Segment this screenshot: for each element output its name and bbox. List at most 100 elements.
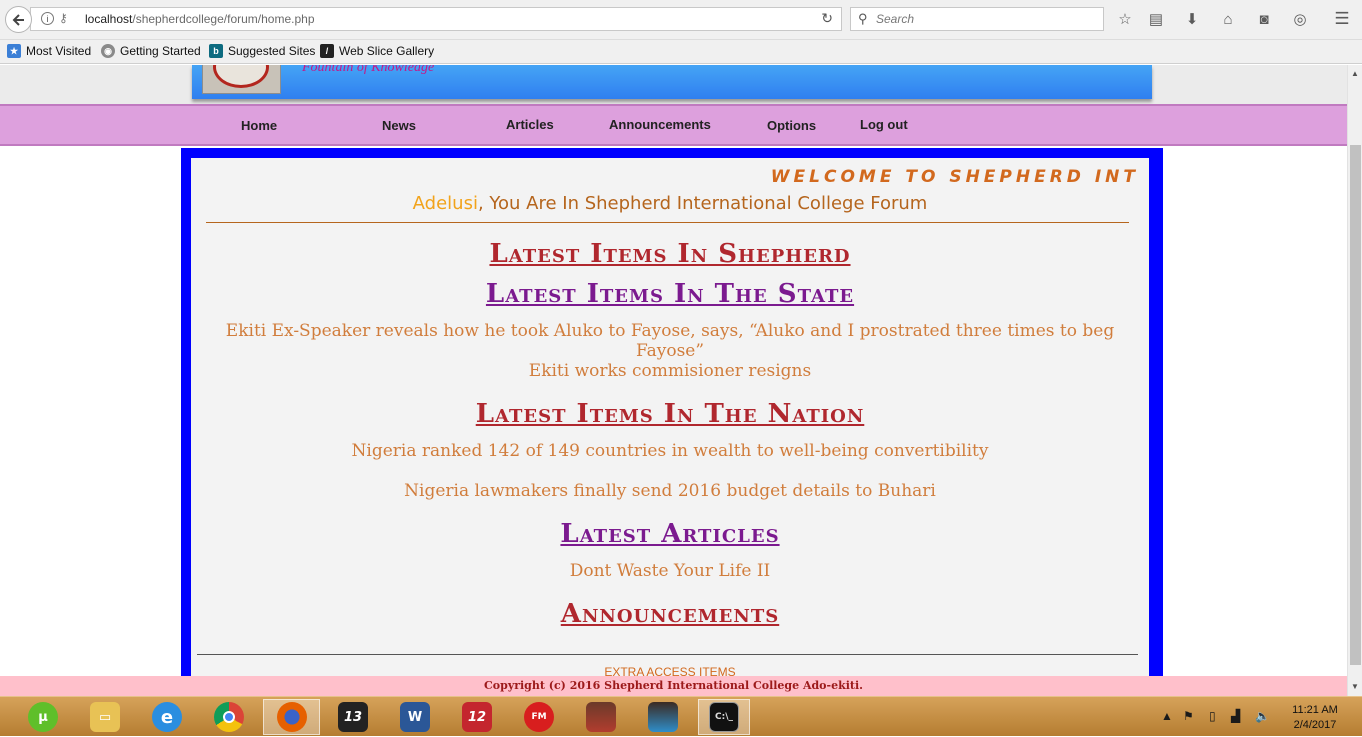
info-icon[interactable]: i <box>41 12 54 25</box>
extra-access-items[interactable]: EXTRA ACCESS ITEMS <box>191 665 1149 676</box>
show-hidden-icons-icon[interactable]: ▲ <box>1161 709 1173 723</box>
utorrent-icon: µ <box>28 702 58 732</box>
divider <box>206 222 1129 223</box>
taskbar-firefox[interactable] <box>263 699 320 735</box>
bookmark-label: Web Slice Gallery <box>339 44 435 58</box>
taskbar-chrome[interactable] <box>203 699 255 735</box>
clock-date: 2/4/2017 <box>1293 719 1337 731</box>
ie-icon: e <box>152 702 182 732</box>
welcome-message: Adelusi, You Are In Shepherd Internation… <box>191 193 1149 214</box>
web-slice-icon: / <box>320 44 334 58</box>
state-news-item[interactable]: Ekiti Ex-Speaker reveals how he took Alu… <box>191 321 1149 361</box>
site-motto: Fountain of Knowledge <box>302 65 435 75</box>
menu-icon[interactable]: ☰ <box>1332 9 1352 29</box>
content-panel: WELCOME TO SHEPHERD INT Adelusi, You Are… <box>191 158 1149 676</box>
nav-logout[interactable]: Log out <box>860 117 908 132</box>
clock[interactable]: 11:21 AM 2/4/2017 <box>1280 703 1350 733</box>
bookmarks-bar: ★ Most Visited ◉ Getting Started b Suggeste… <box>0 40 1362 64</box>
downloads-icon[interactable]: ⬇ <box>1182 9 1202 29</box>
taskbar-file-explorer[interactable]: ▭ <box>79 699 131 735</box>
reload-icon[interactable]: ↻ <box>821 10 833 27</box>
home-icon[interactable]: ⌂ <box>1218 9 1238 29</box>
site-header-banner: Fountain of Knowledge <box>192 65 1152 99</box>
nav-home[interactable]: Home <box>241 118 277 133</box>
page-viewport: Fountain of Knowledge Home News Articles… <box>0 65 1347 676</box>
taskbar-cmd[interactable]: C:\_ <box>698 699 750 735</box>
taskbar-player-1[interactable] <box>575 699 627 735</box>
url-path: /shepherdcollege/forum/home.php <box>132 12 315 26</box>
back-arrow-icon <box>12 13 24 26</box>
taskbar-app-12[interactable]: 12 <box>451 699 503 735</box>
taskbar-fm-radio[interactable]: FM <box>513 699 565 735</box>
pocket-icon[interactable]: ◙ <box>1254 9 1274 29</box>
heading-latest-state[interactable]: Latest Items In The State <box>191 279 1149 309</box>
state-news-item[interactable]: Ekiti works commisioner resigns <box>191 361 1149 381</box>
browser-toolbar: i ⚷ localhost/shepherdcollege/forum/home… <box>0 0 1362 40</box>
bookmark-label: Most Visited <box>26 44 92 58</box>
article-item[interactable]: Dont Waste Your Life II <box>191 561 1149 581</box>
word-icon: W <box>400 702 430 732</box>
search-input[interactable]: ⚲ Search <box>850 7 1104 31</box>
site-footer: Copyright (c) 2016 Shepherd Internationa… <box>0 676 1347 696</box>
search-icon: ⚲ <box>858 11 868 26</box>
heading-announcements[interactable]: Announcements <box>191 599 1149 629</box>
battery-icon[interactable]: ▯ <box>1209 709 1216 723</box>
folder-icon: ★ <box>7 44 21 58</box>
taskbar-player-2[interactable] <box>637 699 689 735</box>
bookmark-suggested-sites[interactable]: b Suggested Sites <box>209 44 315 58</box>
scroll-up-icon[interactable]: ▲ <box>1351 69 1359 78</box>
firefox-icon <box>276 702 307 732</box>
college-logo <box>202 65 281 94</box>
heading-latest-articles[interactable]: Latest Articles <box>191 519 1149 549</box>
taskbar-app-13[interactable]: 13 <box>327 699 379 735</box>
reading-list-icon[interactable]: ▤ <box>1146 9 1166 29</box>
welcome-text: , You Are In Shepherd International Coll… <box>477 193 928 214</box>
bookmark-star-icon[interactable]: ☆ <box>1115 9 1135 29</box>
app-12-icon: 12 <box>462 702 492 732</box>
scroll-down-icon[interactable]: ▼ <box>1351 682 1359 691</box>
key-icon: ⚷ <box>59 11 68 25</box>
url-text[interactable]: localhost/shepherdcollege/forum/home.php <box>85 12 315 26</box>
bookmark-most-visited[interactable]: ★ Most Visited <box>7 44 91 58</box>
app-13-icon: 13 <box>338 702 368 732</box>
fm-icon: FM <box>524 702 554 732</box>
taskbar-internet-explorer[interactable]: e <box>141 699 193 735</box>
main-nav: Home News Articles Announcements Options… <box>0 104 1347 146</box>
clock-time: 11:21 AM <box>1292 704 1338 716</box>
heading-latest-nation[interactable]: Latest Items In The Nation <box>191 399 1149 429</box>
action-center-flag-icon[interactable]: ⚑ <box>1183 709 1194 723</box>
bookmark-label: Getting Started <box>120 44 201 58</box>
taskbar-word[interactable]: W <box>389 699 441 735</box>
url-bar[interactable]: i ⚷ localhost/shepherdcollege/forum/home… <box>30 7 842 31</box>
sync-icon[interactable]: ◎ <box>1290 9 1310 29</box>
cmd-icon: C:\_ <box>709 702 739 732</box>
page-scrollbar[interactable]: ▲ ▼ <box>1347 65 1362 696</box>
username: Adelusi <box>412 193 478 214</box>
url-host: localhost <box>85 12 133 26</box>
player-2-icon <box>648 702 678 732</box>
heading-latest-shepherd[interactable]: Latest Items In Shepherd <box>191 239 1149 269</box>
nav-options[interactable]: Options <box>767 118 816 133</box>
back-button[interactable] <box>5 6 32 33</box>
nav-articles[interactable]: Articles <box>506 117 554 132</box>
nation-news-item[interactable]: Nigeria ranked 142 of 149 countries in w… <box>191 441 1149 461</box>
system-tray: ▲ ⚑ ▯ ▟ 🔈 11:21 AM 2/4/2017 <box>1155 697 1362 737</box>
windows-taskbar: µ ▭ e 13 W 12 FM C:\_ ▲ ⚑ ▯ ▟ 🔈 11:21 AM… <box>0 696 1362 736</box>
chrome-icon <box>214 702 244 732</box>
volume-icon[interactable]: 🔈 <box>1255 709 1270 723</box>
bookmark-getting-started[interactable]: ◉ Getting Started <box>101 44 201 58</box>
search-placeholder: Search <box>876 12 915 26</box>
nation-news-item[interactable]: Nigeria lawmakers finally send 2016 budg… <box>191 481 1149 501</box>
bookmark-label: Suggested Sites <box>228 44 316 58</box>
folder-icon: ▭ <box>90 702 120 732</box>
bookmark-web-slice-gallery[interactable]: / Web Slice Gallery <box>320 44 434 58</box>
content-frame: WELCOME TO SHEPHERD INT Adelusi, You Are… <box>181 148 1163 676</box>
nav-announcements[interactable]: Announcements <box>609 117 711 132</box>
nav-news[interactable]: News <box>382 118 416 133</box>
network-icon[interactable]: ▟ <box>1231 709 1240 723</box>
divider <box>197 654 1138 655</box>
globe-icon: ◉ <box>101 44 115 58</box>
taskbar-utorrent[interactable]: µ <box>17 699 69 735</box>
scroll-thumb[interactable] <box>1350 145 1361 665</box>
player-1-icon <box>586 702 616 732</box>
